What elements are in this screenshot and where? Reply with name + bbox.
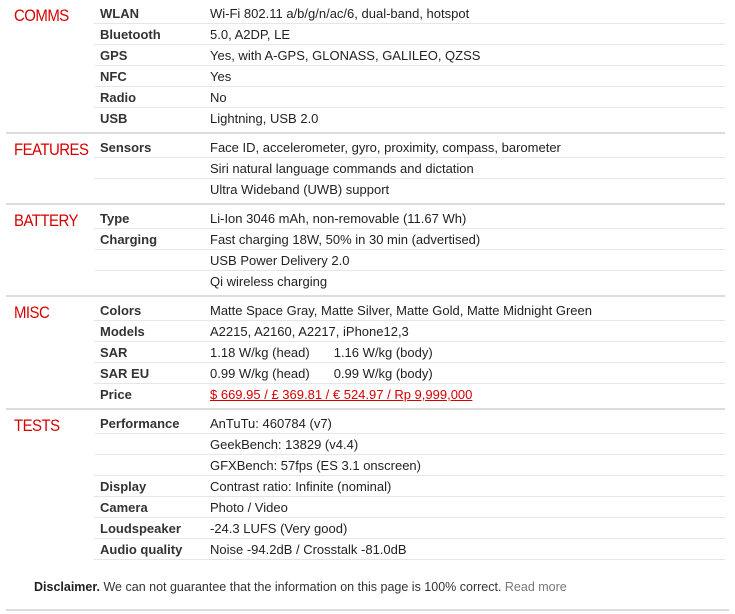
- spec-label[interactable]: SAR: [100, 345, 127, 360]
- spec-label[interactable]: Display: [100, 479, 146, 494]
- spec-value: Contrast ratio: Infinite (nominal): [210, 479, 392, 494]
- spec-row: USB Power Delivery 2.0: [0, 250, 735, 271]
- spec-label[interactable]: Audio quality: [100, 542, 182, 557]
- spec-label[interactable]: SAR EU: [100, 366, 149, 381]
- spec-row: Price $ 669.95 / £ 369.81 / € 524.97 / Rp…: [0, 384, 735, 405]
- section-tests: TESTS Performance AnTuTu: 460784 (v7) GeekB…: [0, 410, 735, 584]
- spec-value: AnTuTu: 460784 (v7): [210, 416, 332, 431]
- spec-value: GFXBench: 57fps (ES 3.1 onscreen): [210, 458, 421, 473]
- bottom-divider: [6, 609, 729, 611]
- spec-value: Fast charging 18W, 50% in 30 min (advert…: [210, 232, 481, 247]
- spec-value: GeekBench: 13829 (v4.4): [210, 437, 359, 452]
- spec-row: Camera Photo / Video: [0, 497, 735, 518]
- spec-row: Siri natural language commands and dicta…: [0, 158, 735, 179]
- spec-value-link[interactable]: $ 669.95 / £ 369.81 / € 524.97 / Rp 9,99…: [210, 387, 472, 402]
- spec-label[interactable]: USB: [100, 111, 127, 126]
- spec-row: GPS Yes, with A-GPS, GLONASS, GALILEO, QZ…: [0, 45, 735, 66]
- spec-label[interactable]: Camera: [100, 500, 148, 515]
- spec-row: Charging Fast charging 18W, 50% in 30 min…: [0, 229, 735, 250]
- spec-row: Display Contrast ratio: Infinite (nominal…: [0, 476, 735, 497]
- spec-row: Audio quality Noise -94.2dB / Crosstalk -…: [0, 539, 735, 560]
- spec-row: Performance AnTuTu: 460784 (v7): [0, 413, 735, 434]
- specs-table: COMMS WLAN Wi-Fi 802.11 a/b/g/n/ac/6, dual…: [0, 0, 735, 586]
- spec-row: Colors Matte Space Gray, Matte Silver, Ma…: [0, 300, 735, 321]
- spec-row: Type Li-Ion 3046 mAh, non-removable (11.6…: [0, 208, 735, 229]
- spec-row: Bluetooth 5.0, A2DP, LE: [0, 24, 735, 45]
- spec-value: Ultra Wideband (UWB) support: [210, 182, 390, 197]
- spec-value: Qi wireless charging: [210, 274, 328, 289]
- spec-row: SAR 1.18 W/kg (head) 1.16 W/kg (body): [0, 342, 735, 363]
- spec-value: Lightning, USB 2.0: [210, 111, 319, 126]
- spec-row: NFC Yes: [0, 66, 735, 87]
- spec-row: GeekBench: 13829 (v4.4): [0, 434, 735, 455]
- spec-row: SAR EU 0.99 W/kg (head) 0.99 W/kg (body): [0, 363, 735, 384]
- spec-value: 0.99 W/kg (head) 0.99 W/kg (body): [210, 366, 433, 381]
- spec-value: Face ID, accelerometer, gyro, proximity,…: [210, 140, 561, 155]
- spec-label[interactable]: Charging: [100, 232, 157, 247]
- spec-value: No: [210, 90, 227, 105]
- spec-value: Yes, with A-GPS, GLONASS, GALILEO, QZSS: [210, 48, 481, 63]
- spec-label[interactable]: GPS: [100, 48, 127, 63]
- spec-value: -24.3 LUFS (Very good): [210, 521, 348, 536]
- read-more-link[interactable]: Read more: [505, 580, 567, 594]
- disclaimer-panel: Disclaimer. We can not guarantee that th…: [0, 562, 735, 614]
- spec-row: Qi wireless charging: [0, 271, 735, 292]
- spec-label[interactable]: Price: [100, 387, 132, 402]
- spec-value: USB Power Delivery 2.0: [210, 253, 350, 268]
- spec-label[interactable]: Bluetooth: [100, 27, 161, 42]
- spec-label[interactable]: Loudspeaker: [100, 521, 181, 536]
- spec-row: Models A2215, A2160, A2217, iPhone12,3: [0, 321, 735, 342]
- disclaimer-body: We can not guarantee that the informatio…: [100, 580, 502, 594]
- spec-label[interactable]: Models: [100, 324, 145, 339]
- spec-value-head: 1.18 W/kg (head): [210, 345, 310, 360]
- section-misc: MISC Colors Matte Space Gray, Matte Silver…: [0, 297, 735, 408]
- spec-row: Ultra Wideband (UWB) support: [0, 179, 735, 200]
- spec-row: Loudspeaker -24.3 LUFS (Very good): [0, 518, 735, 539]
- spec-row: WLAN Wi-Fi 802.11 a/b/g/n/ac/6, dual-band…: [0, 3, 735, 24]
- spec-value: $ 669.95 / £ 369.81 / € 524.97 / Rp 9,99…: [210, 387, 472, 402]
- spec-value-body: 0.99 W/kg (body): [333, 366, 433, 381]
- spec-value: 5.0, A2DP, LE: [210, 27, 290, 42]
- spec-value: Matte Space Gray, Matte Silver, Matte Go…: [210, 303, 592, 318]
- spec-value: Yes: [210, 69, 232, 84]
- disclaimer-text: Disclaimer. We can not guarantee that th…: [34, 580, 567, 594]
- section-battery: BATTERY Type Li-Ion 3046 mAh, non-removabl…: [0, 205, 735, 295]
- spec-value-body: 1.16 W/kg (body): [333, 345, 433, 360]
- spec-row: Sensors Face ID, accelerometer, gyro, pro…: [0, 137, 735, 158]
- spec-label[interactable]: WLAN: [100, 6, 139, 21]
- spec-value: Siri natural language commands and dicta…: [210, 161, 474, 176]
- spec-value: Photo / Video: [210, 500, 288, 515]
- spec-value: A2215, A2160, A2217, iPhone12,3: [210, 324, 409, 339]
- disclaimer-label: Disclaimer.: [34, 580, 101, 594]
- spec-row: Radio No: [0, 87, 735, 108]
- spec-value: Noise -94.2dB / Crosstalk -81.0dB: [210, 542, 407, 557]
- spec-label[interactable]: NFC: [100, 69, 127, 84]
- spec-label[interactable]: Sensors: [100, 140, 151, 155]
- section-features: FEATURES Sensors Face ID, accelerometer, g…: [0, 134, 735, 203]
- spec-row: GFXBench: 57fps (ES 3.1 onscreen): [0, 455, 735, 476]
- spec-value: Wi-Fi 802.11 a/b/g/n/ac/6, dual-band, ho…: [210, 6, 470, 21]
- spec-label[interactable]: Colors: [100, 303, 141, 318]
- spec-value: 1.18 W/kg (head) 1.16 W/kg (body): [210, 345, 433, 360]
- spec-label[interactable]: Type: [100, 211, 129, 226]
- spec-row: USB Lightning, USB 2.0: [0, 108, 735, 129]
- section-comms: COMMS WLAN Wi-Fi 802.11 a/b/g/n/ac/6, dual…: [0, 0, 735, 132]
- spec-label[interactable]: Performance: [100, 416, 179, 431]
- spec-label[interactable]: Radio: [100, 90, 136, 105]
- spec-value: Li-Ion 3046 mAh, non-removable (11.67 Wh…: [210, 211, 467, 226]
- spec-value-head: 0.99 W/kg (head): [210, 366, 310, 381]
